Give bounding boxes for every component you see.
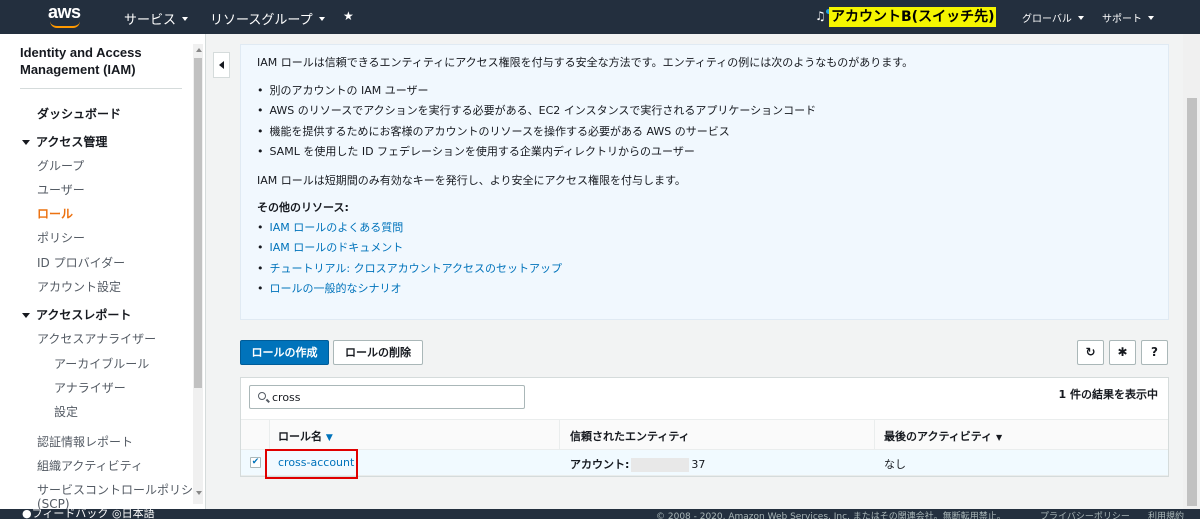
search-input[interactable]: cross — [249, 385, 525, 409]
sidebar-item-groups[interactable]: グループ — [37, 157, 84, 174]
gear-icon[interactable]: ✱ — [1109, 340, 1136, 365]
pin-icon[interactable]: ★ — [343, 9, 354, 23]
scroll-up-icon[interactable] — [196, 48, 202, 52]
sidebar-item-analyzer-settings[interactable]: 設定 — [54, 403, 78, 420]
sidebar-item-analyzers[interactable]: アナライザー — [54, 379, 126, 396]
sidebar-item-dashboard[interactable]: ダッシュボード — [37, 105, 121, 122]
feedback-link[interactable]: ● フィードバック — [22, 509, 108, 519]
last-activity-cell: なし — [884, 458, 906, 471]
aws-logo[interactable]: aws — [46, 2, 88, 32]
column-header-trusted-entity[interactable]: 信頼されたエンティティ — [570, 428, 690, 444]
region-menu[interactable]: グローバル — [1022, 10, 1084, 25]
table-row[interactable]: ✔ cross-account アカウント: 37 なし — [241, 450, 1168, 476]
intro-text: IAM ロールは信頼できるエンティティにアクセス権限を付与する安全な方法です。エ… — [257, 56, 914, 69]
bell-icon[interactable]: ♫ — [815, 9, 826, 23]
redacted-account-id — [631, 458, 690, 472]
chevron-down-icon — [318, 16, 325, 21]
sidebar: Identity and Access Management (IAM) ダッシ… — [0, 34, 206, 509]
help-icon[interactable]: ? — [1141, 340, 1168, 365]
search-icon — [258, 392, 266, 400]
resource-link-tutorial[interactable]: チュートリアル: クロスアカウントアクセスのセットアップ — [257, 260, 563, 276]
aws-smile-icon — [50, 21, 80, 28]
sidebar-section-access-reports[interactable]: アクセスレポート — [22, 306, 131, 323]
create-role-button[interactable]: ロールの作成 — [240, 340, 329, 365]
copyright-text: © 2008 - 2020, Amazon Web Services, Inc.… — [656, 512, 1006, 519]
chevron-down-icon — [1077, 15, 1084, 20]
chevron-down-icon — [1148, 15, 1154, 20]
delete-role-button[interactable]: ロールの削除 — [333, 340, 423, 365]
sidebar-title: Identity and Access Management (IAM) — [20, 45, 142, 77]
scroll-down-icon[interactable] — [196, 491, 202, 495]
sort-down-icon: ▼ — [325, 433, 333, 443]
chevron-left-icon — [219, 61, 224, 69]
sidebar-item-organization-activity[interactable]: 組織アクティビティ — [37, 457, 143, 474]
sidebar-item-credential-report[interactable]: 認証情報レポート — [37, 433, 133, 450]
top-navigation: aws サービス リソースグループ ★ ♫ アカウントB(スイッチ先) グローバ… — [0, 0, 1200, 34]
annotation-highlight-box — [265, 449, 358, 479]
info-bullet: 別のアカウントの IAM ユーザー — [257, 82, 429, 98]
services-menu[interactable]: サービス — [124, 9, 189, 28]
sidebar-item-users[interactable]: ユーザー — [37, 181, 85, 198]
collapse-sidebar-button[interactable] — [213, 52, 230, 78]
sidebar-divider — [20, 88, 182, 89]
sidebar-item-policies[interactable]: ポリシー — [37, 229, 85, 246]
resource-link-scenarios[interactable]: ロールの一般的なシナリオ — [257, 280, 402, 296]
sidebar-item-account-settings[interactable]: アカウント設定 — [37, 278, 121, 295]
sidebar-scrollbar[interactable] — [193, 44, 203, 504]
info-bullet: 機能を提供するためにお客様のアカウントのリソースを操作する必要がある AWS の… — [257, 123, 730, 139]
sidebar-item-access-analyzer[interactable]: アクセスアナライザー — [37, 330, 156, 347]
main-scrollbar[interactable] — [1183, 34, 1200, 509]
chevron-down-icon — [182, 16, 189, 21]
chevron-down-icon: ▼ — [995, 433, 1003, 442]
table-header: ロール名 ▼ 信頼されたエンティティ 最後のアクティビティ ▼ — [241, 419, 1168, 450]
info-panel: IAM ロールは信頼できるエンティティにアクセス権限を付与する安全な方法です。エ… — [240, 44, 1169, 320]
column-header-last-activity[interactable]: 最後のアクティビティ ▼ — [884, 428, 1002, 444]
resources-heading: その他のリソース: — [257, 201, 349, 214]
privacy-link[interactable]: プライバシーポリシー — [1040, 509, 1130, 519]
caret-down-icon — [22, 140, 30, 145]
roles-table: cross 1 件の結果を表示中 ロール名 ▼ 信頼されたエンティティ 最後のア… — [240, 377, 1169, 477]
sidebar-section-access-management[interactable]: アクセス管理 — [22, 133, 107, 150]
trusted-entity-cell: アカウント: 37 — [570, 458, 706, 472]
info-bullet: SAML を使用した ID フェデレーションを使用する企業内ディレクトリからのユ… — [257, 143, 695, 159]
terms-link[interactable]: 利用規約 — [1148, 509, 1184, 519]
caret-down-icon — [22, 313, 30, 318]
note-text: IAM ロールは短期間のみ有効なキーを発行し、より安全にアクセス権限を付与します… — [257, 174, 686, 187]
sidebar-item-scp-suffix[interactable]: (SCP) — [37, 497, 70, 509]
sidebar-item-scp[interactable]: サービスコントロールポリシ — [37, 481, 193, 498]
language-selector[interactable]: ◎ 日本語 — [112, 509, 155, 519]
info-bullet: AWS のリソースでアクションを実行する必要がある、EC2 インスタンスで実行さ… — [257, 102, 817, 118]
refresh-icon[interactable]: ↻ — [1077, 340, 1104, 365]
sidebar-scroll-thumb[interactable] — [194, 58, 202, 388]
account-menu[interactable]: アカウントB(スイッチ先) — [829, 7, 997, 27]
sidebar-item-roles[interactable]: ロール — [37, 205, 73, 222]
result-count: 1 件の結果を表示中 — [1058, 388, 1158, 401]
main-scroll-thumb[interactable] — [1187, 98, 1197, 506]
sidebar-item-identity-providers[interactable]: ID プロバイダー — [37, 254, 125, 271]
resource-link-faq[interactable]: IAM ロールのよくある質問 — [257, 219, 404, 235]
support-menu[interactable]: サポート — [1102, 10, 1154, 25]
resource-link-docs[interactable]: IAM ロールのドキュメント — [257, 239, 404, 255]
row-checkbox[interactable]: ✔ — [250, 457, 261, 468]
footer: ● フィードバック ◎ 日本語 © 2008 - 2020, Amazon We… — [0, 509, 1200, 519]
resource-groups-menu[interactable]: リソースグループ — [210, 9, 325, 28]
column-header-role-name[interactable]: ロール名 ▼ — [278, 428, 333, 444]
sidebar-item-archive-rules[interactable]: アーカイブルール — [54, 355, 149, 372]
